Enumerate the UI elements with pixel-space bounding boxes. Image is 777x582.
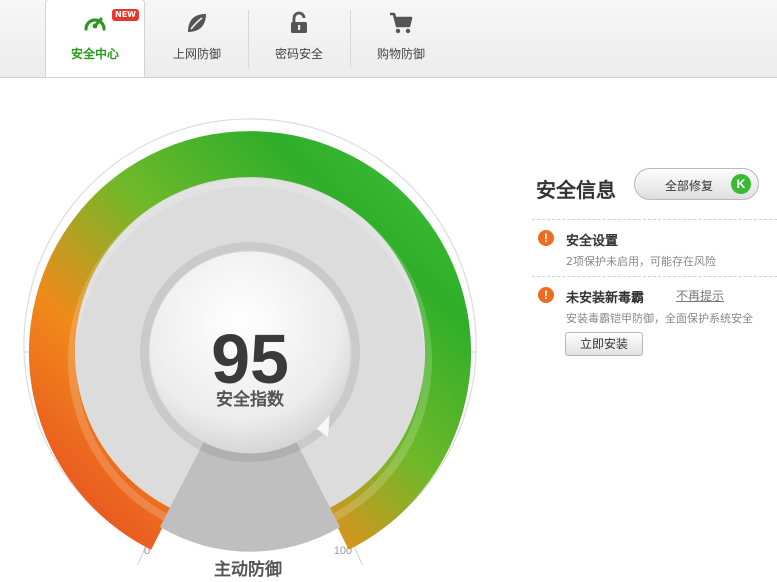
fix-all-button[interactable]: 全部修复 K [634, 168, 759, 200]
install-now-button[interactable]: 立即安装 [565, 332, 643, 356]
security-gauge: 0 20 40 60 80 100 95 安全指数 主动防御 [23, 118, 477, 580]
tab-shopping-defense[interactable]: 购物防御 [351, 0, 451, 77]
tab-label: 购物防御 [376, 47, 425, 61]
tab-label: 上网防御 [172, 47, 221, 61]
item-title: 安全设置 [566, 234, 619, 249]
warning-icon: ! [538, 287, 554, 303]
active-defense-label[interactable]: 主动防御 [214, 559, 282, 580]
lock-icon [249, 10, 349, 36]
dont-remind-link[interactable]: 不再提示 [676, 287, 724, 304]
item-title: 未安装新毒霸 [566, 291, 645, 306]
security-info-title: 安全信息 [536, 178, 616, 202]
k-logo-icon: K [731, 174, 751, 194]
tab-label: 密码安全 [274, 47, 323, 61]
tab-security-center[interactable]: NEW 安全中心 [45, 0, 145, 77]
tab-web-defense[interactable]: 上网防御 [147, 0, 247, 77]
cart-icon [351, 10, 451, 36]
security-score: 95 [211, 320, 289, 398]
top-tab-bar: NEW 安全中心 上网防御 密码安全 购物防御 [0, 0, 777, 78]
item-description: 2项保护未启用，可能存在风险 [566, 255, 716, 268]
divider [532, 276, 777, 277]
tab-label: 安全中心 [70, 47, 119, 61]
new-badge: NEW [112, 9, 139, 21]
divider [532, 219, 777, 220]
fix-all-label: 全部修复 [665, 179, 714, 193]
scale-tick [353, 545, 363, 566]
tab-password-security[interactable]: 密码安全 [249, 0, 349, 77]
score-label: 安全指数 [216, 389, 285, 410]
shield-leaf-icon [147, 10, 247, 36]
item-description: 安装毒霸铠甲防御，全面保护系统安全 [566, 312, 753, 325]
warning-icon: ! [538, 230, 554, 246]
